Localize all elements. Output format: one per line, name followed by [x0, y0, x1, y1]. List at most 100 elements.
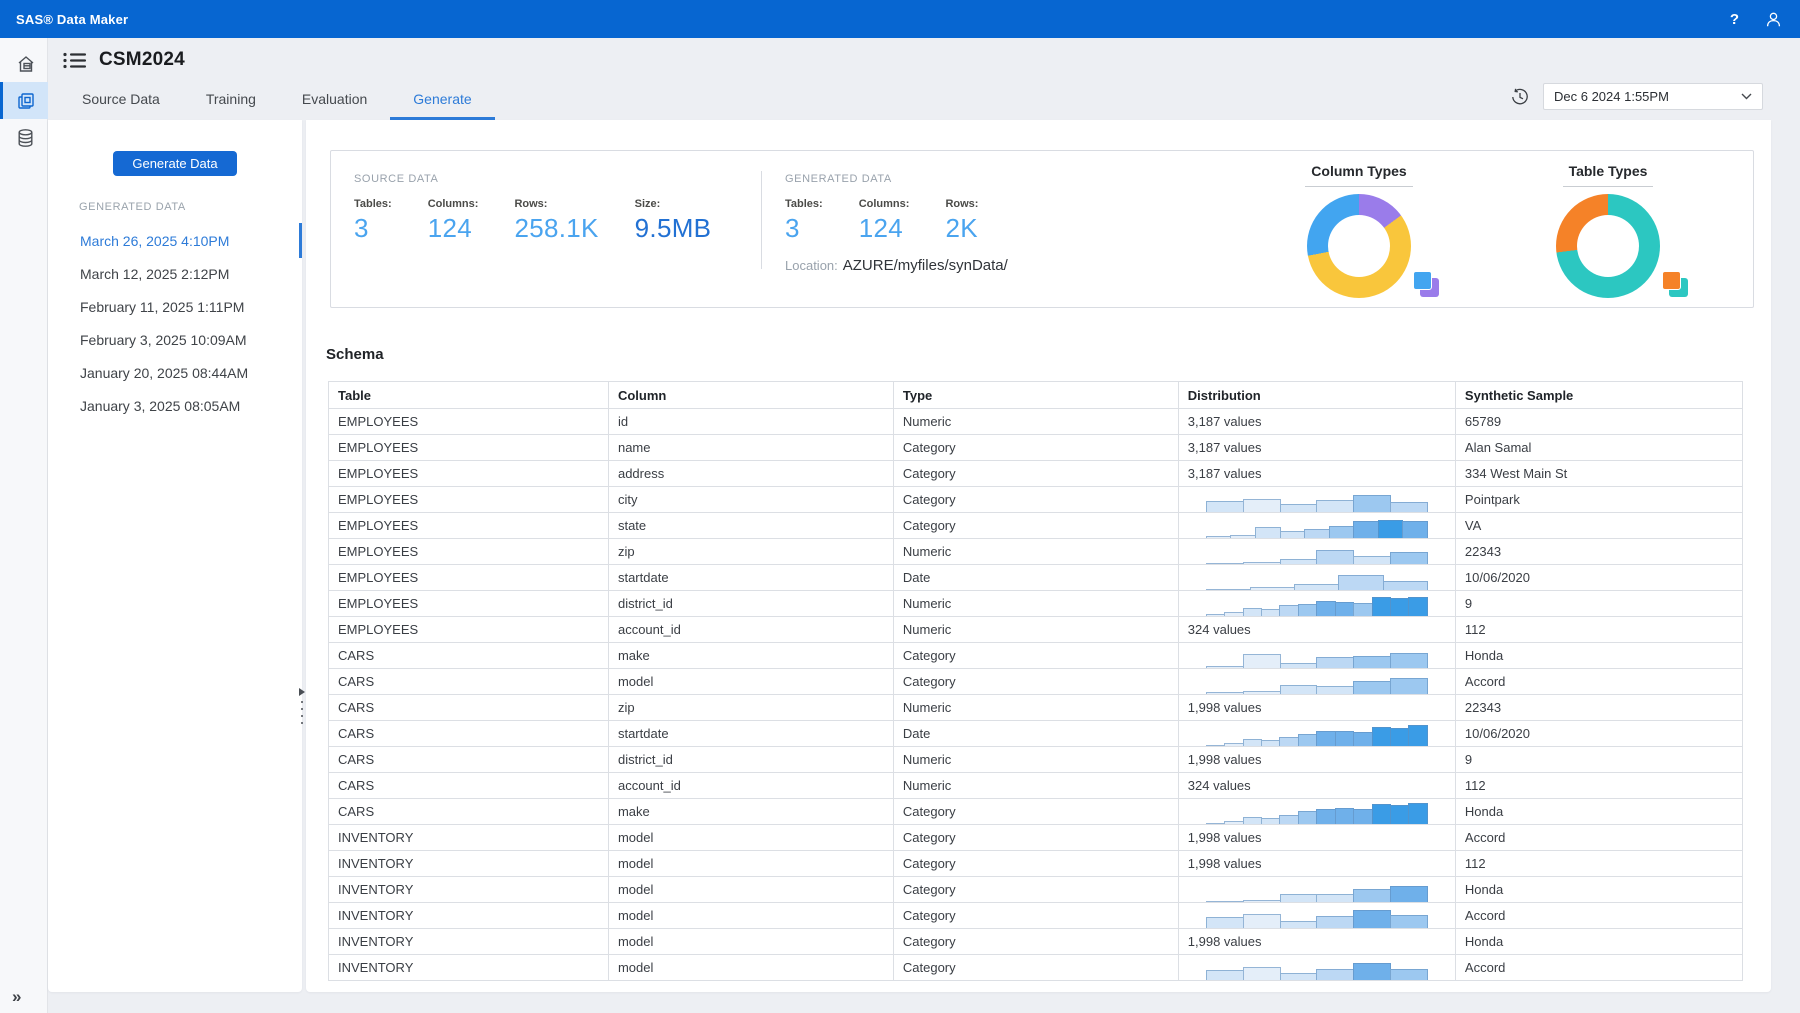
table-row: EMPLOYEESidNumeric3,187 values65789	[329, 409, 1743, 435]
cell-type: Category	[893, 825, 1178, 851]
cell-synthetic-sample: 9	[1455, 747, 1742, 773]
tab-evaluation[interactable]: Evaluation	[279, 91, 390, 120]
cell-column: id	[608, 409, 893, 435]
cell-table: EMPLOYEES	[329, 513, 609, 539]
tab-source-data[interactable]: Source Data	[59, 91, 183, 120]
tab-generate[interactable]: Generate	[390, 91, 494, 120]
column-header-column: Column	[608, 382, 893, 409]
cell-synthetic-sample: Honda	[1455, 799, 1742, 825]
project-list-icon[interactable]	[63, 52, 87, 69]
tab-training[interactable]: Training	[183, 91, 279, 120]
cell-table: CARS	[329, 721, 609, 747]
table-types-title: Table Types	[1563, 163, 1654, 187]
stat-rows: Rows:258.1K	[514, 198, 598, 244]
cell-table: CARS	[329, 747, 609, 773]
snapshot-dropdown[interactable]: Dec 6 2024 1:55PM	[1543, 83, 1763, 110]
cell-column: model	[608, 825, 893, 851]
cell-type: Category	[893, 877, 1178, 903]
page-title: CSM2024	[99, 49, 185, 71]
cell-column: make	[608, 799, 893, 825]
cell-synthetic-sample: 334 West Main St	[1455, 461, 1742, 487]
table-row: INVENTORYmodelCategory1,998 valuesHonda	[329, 929, 1743, 955]
nav-data-icon[interactable]	[0, 119, 48, 156]
cell-distribution: 324 values	[1178, 773, 1455, 799]
generate-data-button[interactable]: Generate Data	[113, 151, 237, 176]
cell-distribution: 3,187 values	[1178, 461, 1455, 487]
help-icon[interactable]: ?	[1730, 11, 1739, 28]
table-types-chart: Table Types	[1523, 163, 1693, 298]
nav-home-icon[interactable]	[0, 45, 48, 82]
table-row: CARSzipNumeric1,998 values22343	[329, 695, 1743, 721]
cell-table: EMPLOYEES	[329, 409, 609, 435]
cell-column: model	[608, 955, 893, 981]
cell-type: Category	[893, 955, 1178, 981]
cell-table: INVENTORY	[329, 877, 609, 903]
generated-data-title: GENERATED DATA	[785, 173, 1008, 185]
cell-type: Category	[893, 461, 1178, 487]
cell-type: Category	[893, 669, 1178, 695]
cell-synthetic-sample: 10/06/2020	[1455, 721, 1742, 747]
cell-synthetic-sample: VA	[1455, 513, 1742, 539]
distribution-histogram	[1206, 721, 1427, 746]
expand-sidebar-icon[interactable]: »	[12, 987, 21, 1007]
column-header-type: Type	[893, 382, 1178, 409]
nav-projects-icon[interactable]	[0, 82, 48, 119]
cell-column: account_id	[608, 617, 893, 643]
cell-column: startdate	[608, 721, 893, 747]
generated-run-item[interactable]: February 11, 2025 1:11PM	[48, 290, 302, 323]
cell-synthetic-sample: Honda	[1455, 643, 1742, 669]
cell-table: EMPLOYEES	[329, 565, 609, 591]
cell-type: Category	[893, 799, 1178, 825]
generated-run-item[interactable]: March 26, 2025 4:10PM	[48, 224, 302, 257]
location-row: Location:AZURE/myfiles/synData/	[785, 257, 1008, 274]
generated-run-item[interactable]: February 3, 2025 10:09AM	[48, 323, 302, 356]
cell-type: Numeric	[893, 695, 1178, 721]
generated-run-item[interactable]: January 20, 2025 08:44AM	[48, 356, 302, 389]
cell-distribution: 1,998 values	[1178, 825, 1455, 851]
column-types-chart: Column Types	[1274, 163, 1444, 298]
cell-synthetic-sample: 112	[1455, 617, 1742, 643]
cell-column: make	[608, 643, 893, 669]
cell-type: Category	[893, 435, 1178, 461]
cell-table: INVENTORY	[329, 903, 609, 929]
cell-table: CARS	[329, 643, 609, 669]
table-row: CARSmodelCategoryAccord	[329, 669, 1743, 695]
cell-synthetic-sample: Accord	[1455, 903, 1742, 929]
generated-run-item[interactable]: March 12, 2025 2:12PM	[48, 257, 302, 290]
cell-distribution	[1178, 721, 1455, 747]
cell-column: account_id	[608, 773, 893, 799]
cell-table: EMPLOYEES	[329, 461, 609, 487]
user-icon[interactable]	[1765, 11, 1782, 28]
cell-type: Category	[893, 487, 1178, 513]
generated-run-item[interactable]: January 3, 2025 08:05AM	[48, 389, 302, 422]
generated-runs-list: March 26, 2025 4:10PMMarch 12, 2025 2:12…	[48, 224, 302, 422]
cell-type: Numeric	[893, 617, 1178, 643]
cell-type: Numeric	[893, 773, 1178, 799]
cell-distribution: 1,998 values	[1178, 695, 1455, 721]
cell-synthetic-sample: Honda	[1455, 929, 1742, 955]
table-row: EMPLOYEEScityCategoryPointpark	[329, 487, 1743, 513]
distribution-histogram	[1206, 539, 1427, 564]
cell-type: Category	[893, 929, 1178, 955]
cell-column: name	[608, 435, 893, 461]
history-icon[interactable]	[1511, 88, 1529, 106]
cell-column: district_id	[608, 747, 893, 773]
location-value: AZURE/myfiles/synData/	[843, 257, 1008, 274]
panel-collapse-handle[interactable]	[297, 688, 307, 724]
cell-distribution	[1178, 669, 1455, 695]
cell-distribution	[1178, 513, 1455, 539]
cell-synthetic-sample: Alan Samal	[1455, 435, 1742, 461]
cell-distribution	[1178, 539, 1455, 565]
chevron-down-icon	[1741, 93, 1752, 100]
cell-distribution	[1178, 643, 1455, 669]
cell-column: zip	[608, 695, 893, 721]
overview-card: SOURCE DATA Tables:3Columns:124Rows:258.…	[330, 150, 1754, 308]
table-row: INVENTORYmodelCategory1,998 values112	[329, 851, 1743, 877]
cell-column: city	[608, 487, 893, 513]
table-row: INVENTORYmodelCategoryAccord	[329, 903, 1743, 929]
distribution-histogram	[1206, 903, 1427, 928]
generated-data-block: GENERATED DATA Tables:3Columns:124Rows:2…	[785, 173, 1008, 274]
cell-type: Numeric	[893, 747, 1178, 773]
schema-table: TableColumnTypeDistributionSynthetic Sam…	[328, 381, 1743, 981]
cell-type: Category	[893, 851, 1178, 877]
